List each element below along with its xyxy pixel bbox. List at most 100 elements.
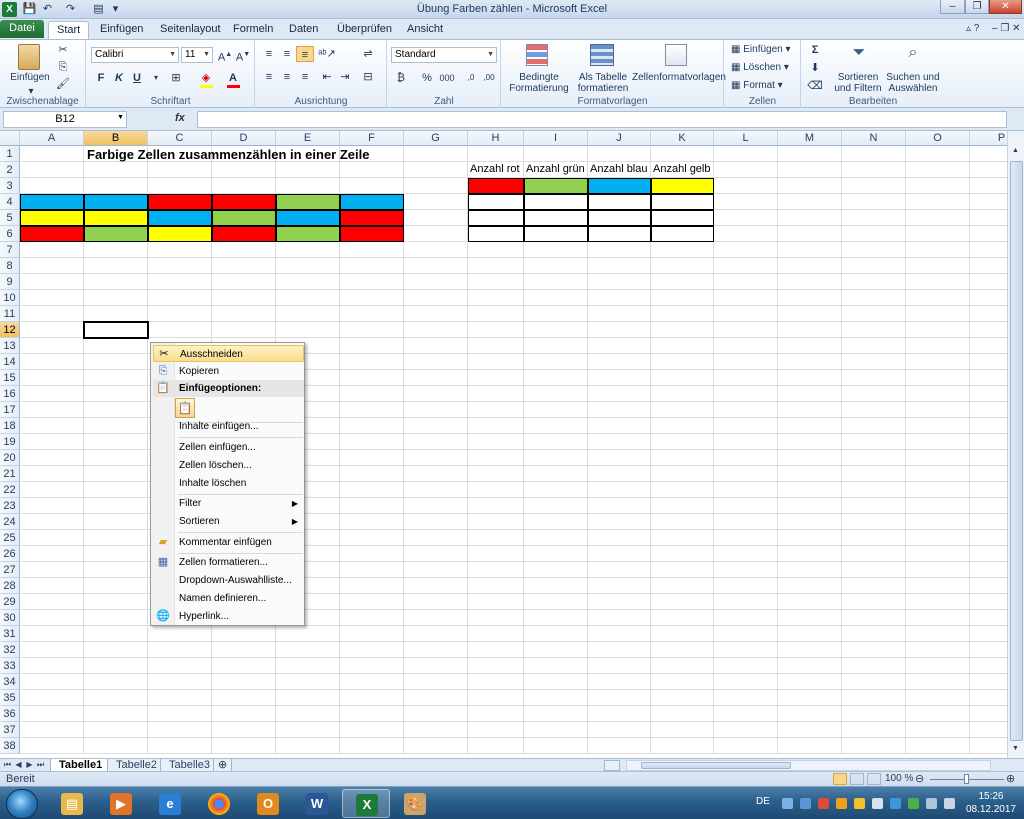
cell-J31[interactable] (588, 626, 651, 642)
cell-J9[interactable] (588, 274, 651, 290)
select-all-corner[interactable] (0, 131, 20, 146)
cell-B35[interactable] (84, 690, 148, 706)
find-select-button[interactable]: Suchen und Auswählen (884, 72, 942, 94)
cell-F4[interactable] (340, 194, 404, 210)
cell-A26[interactable] (20, 546, 84, 562)
cell-J29[interactable] (588, 594, 651, 610)
wrap-text-icon[interactable]: ⇌ (359, 46, 377, 62)
cell-H8[interactable] (468, 258, 524, 274)
cell-E31[interactable] (276, 626, 340, 642)
sort-filter-button[interactable]: Sortieren und Filtern (828, 72, 888, 94)
cell-E8[interactable] (276, 258, 340, 274)
cell-I36[interactable] (524, 706, 588, 722)
excel-taskbar-icon[interactable]: X (342, 789, 390, 818)
fill-icon[interactable]: ⬇ (806, 60, 824, 76)
borders-icon[interactable]: ⊞ (167, 70, 185, 86)
cell-C36[interactable] (148, 706, 212, 722)
cell-N35[interactable] (842, 690, 906, 706)
cell-G30[interactable] (404, 610, 468, 626)
cell-H37[interactable] (468, 722, 524, 738)
cell-K24[interactable] (651, 514, 714, 530)
cell-D4[interactable] (212, 194, 276, 210)
cell-C31[interactable] (148, 626, 212, 642)
cell-J30[interactable] (588, 610, 651, 626)
cell-L30[interactable] (714, 610, 778, 626)
cell-E11[interactable] (276, 306, 340, 322)
row-header-24[interactable]: 24 (0, 514, 20, 530)
cell-L18[interactable] (714, 418, 778, 434)
cell-M27[interactable] (778, 562, 842, 578)
cell-A16[interactable] (20, 386, 84, 402)
cell-M22[interactable] (778, 482, 842, 498)
cell-H12[interactable] (468, 322, 524, 338)
cell-M13[interactable] (778, 338, 842, 354)
menu-item-insert-cells[interactable]: Zellen einfügen... (153, 439, 304, 456)
cell-L25[interactable] (714, 530, 778, 546)
cell-H27[interactable] (468, 562, 524, 578)
cell-F10[interactable] (340, 290, 404, 306)
cell-N25[interactable] (842, 530, 906, 546)
row-header-5[interactable]: 5 (0, 210, 20, 226)
cell-A28[interactable] (20, 578, 84, 594)
cell-O4[interactable] (906, 194, 970, 210)
align-right-icon[interactable]: ≡ (296, 69, 314, 85)
cell-K11[interactable] (651, 306, 714, 322)
cell-N27[interactable] (842, 562, 906, 578)
cell-G37[interactable] (404, 722, 468, 738)
cell-styles-button[interactable]: Zellenformatvorlagen (632, 72, 726, 83)
cell-F6[interactable] (340, 226, 404, 242)
cell-E2[interactable] (276, 162, 340, 178)
cell-L1[interactable] (714, 146, 778, 162)
row-header-6[interactable]: 6 (0, 226, 20, 242)
cell-I10[interactable] (524, 290, 588, 306)
help-icon[interactable]: ▵ ? (966, 23, 979, 34)
cell-L5[interactable] (714, 210, 778, 226)
cell-L4[interactable] (714, 194, 778, 210)
row-header-17[interactable]: 17 (0, 402, 20, 418)
workbook-window-controls[interactable]: ‒ ❐ ✕ (992, 23, 1020, 34)
nvidia-tray-icon[interactable] (908, 798, 919, 809)
cell-H6[interactable] (468, 226, 524, 242)
cell-O25[interactable] (906, 530, 970, 546)
cell-F27[interactable] (340, 562, 404, 578)
cell-I6[interactable] (524, 226, 588, 242)
cell-M18[interactable] (778, 418, 842, 434)
cell-I26[interactable] (524, 546, 588, 562)
cell-A22[interactable] (20, 482, 84, 498)
cell-F36[interactable] (340, 706, 404, 722)
cell-N16[interactable] (842, 386, 906, 402)
cell-O10[interactable] (906, 290, 970, 306)
cell-M29[interactable] (778, 594, 842, 610)
cell-H10[interactable] (468, 290, 524, 306)
cell-M26[interactable] (778, 546, 842, 562)
cell-G13[interactable] (404, 338, 468, 354)
cell-E5[interactable] (276, 210, 340, 226)
cell-H23[interactable] (468, 498, 524, 514)
menu-item-clear-contents[interactable]: Inhalte löschen (153, 475, 304, 492)
row-header-35[interactable]: 35 (0, 690, 20, 706)
font-name-select[interactable]: Calibri ▼ (91, 47, 179, 63)
cell-O27[interactable] (906, 562, 970, 578)
cell-E10[interactable] (276, 290, 340, 306)
row-header-10[interactable]: 10 (0, 290, 20, 306)
cell-L37[interactable] (714, 722, 778, 738)
cell-A37[interactable] (20, 722, 84, 738)
cell-M17[interactable] (778, 402, 842, 418)
cell-H26[interactable] (468, 546, 524, 562)
cell-K2[interactable]: Anzahl gelb (651, 162, 714, 178)
cell-E38[interactable] (276, 738, 340, 754)
cell-L9[interactable] (714, 274, 778, 290)
cell-N31[interactable] (842, 626, 906, 642)
cell-K18[interactable] (651, 418, 714, 434)
cell-F22[interactable] (340, 482, 404, 498)
cell-A12[interactable] (20, 322, 84, 338)
font-size-select[interactable]: 11 ▼ (181, 47, 213, 63)
cell-O17[interactable] (906, 402, 970, 418)
cell-B31[interactable] (84, 626, 148, 642)
cell-A23[interactable] (20, 498, 84, 514)
cell-I15[interactable] (524, 370, 588, 386)
cell-G26[interactable] (404, 546, 468, 562)
cell-A32[interactable] (20, 642, 84, 658)
menu-item-define-name[interactable]: Namen definieren... (153, 590, 304, 607)
cell-L20[interactable] (714, 450, 778, 466)
